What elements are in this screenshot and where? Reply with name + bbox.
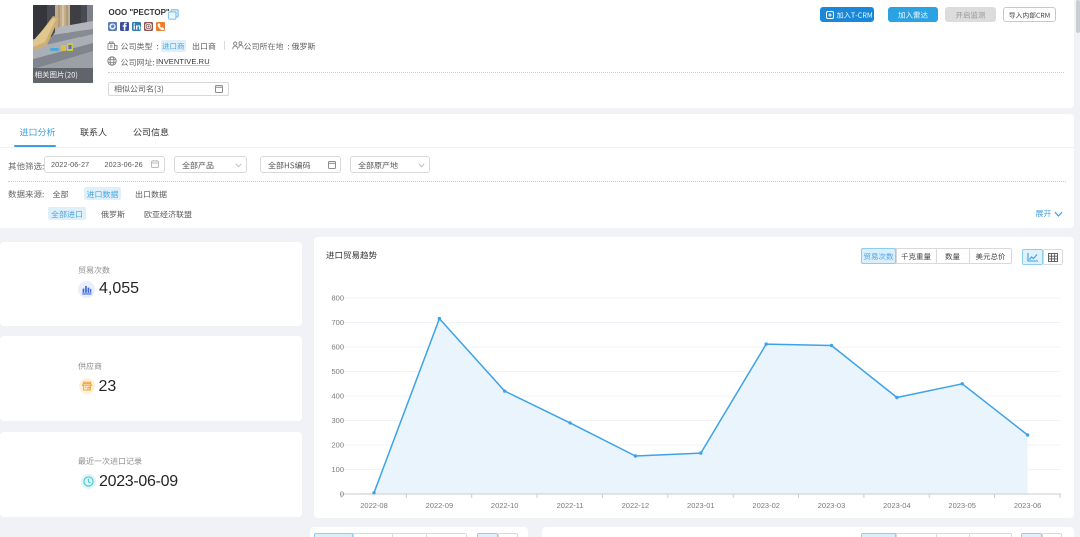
svg-text:2023-05: 2023-05	[948, 501, 976, 510]
svg-text:2022-12: 2022-12	[622, 501, 650, 510]
svg-text:600: 600	[331, 343, 344, 352]
svg-text:100: 100	[331, 465, 344, 474]
svg-text:2022-11: 2022-11	[557, 501, 584, 510]
svg-text:400: 400	[331, 392, 344, 401]
svg-text:2023-02: 2023-02	[752, 501, 780, 510]
svg-text:500: 500	[331, 367, 344, 376]
svg-text:2023-04: 2023-04	[883, 501, 911, 510]
svg-text:0: 0	[340, 490, 344, 499]
svg-text:800: 800	[331, 294, 344, 303]
svg-text:200: 200	[331, 441, 344, 450]
svg-text:2023-01: 2023-01	[687, 501, 715, 510]
svg-text:2023-03: 2023-03	[818, 501, 846, 510]
svg-text:2022-09: 2022-09	[426, 501, 454, 510]
svg-text:700: 700	[331, 318, 344, 327]
svg-text:2023-06: 2023-06	[1014, 501, 1042, 510]
svg-text:300: 300	[331, 416, 344, 425]
svg-text:2022-08: 2022-08	[360, 501, 388, 510]
svg-text:2022-10: 2022-10	[491, 501, 519, 510]
